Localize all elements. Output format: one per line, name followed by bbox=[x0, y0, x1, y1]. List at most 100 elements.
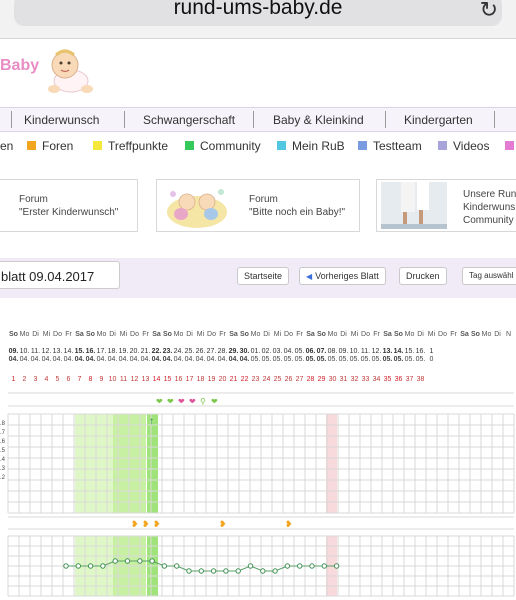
select-day-button[interactable]: Tag auswähl bbox=[462, 267, 516, 285]
nav-item-kinderwunsch[interactable]: Kinderwunsch bbox=[24, 113, 99, 127]
square-icon bbox=[93, 141, 102, 150]
temp-axis-label: .8 bbox=[0, 421, 6, 427]
square-icon bbox=[27, 141, 36, 150]
temperature-point[interactable] bbox=[309, 563, 315, 569]
temperature-point[interactable] bbox=[63, 563, 69, 569]
temperature-point[interactable] bbox=[124, 558, 131, 564]
nav-item-schwangerschaft[interactable]: Schwangerschaft bbox=[143, 113, 235, 127]
forum-box-erster-kinderwunsch[interactable]: Forum "Erster Kinderwunsch" bbox=[0, 179, 138, 232]
marker-band bbox=[326, 414, 337, 513]
subnav-item-mein-rub[interactable]: Mein RuB bbox=[277, 139, 345, 153]
temperature-point[interactable] bbox=[333, 563, 340, 569]
temperature-grid: ❤ ❤ ❤ ❤ ⚲ ❤↑.8.7.6.5.4.3.2❥ ❥ ❥ ❥ ❥ bbox=[0, 392, 515, 597]
sheet-date-field[interactable]: blatt 09.04.2017 bbox=[0, 261, 120, 289]
previous-sheet-button[interactable]: ◀ Vorheriges Blatt bbox=[299, 267, 386, 285]
drop-icon: ❥ bbox=[285, 519, 293, 529]
forum-box-community[interactable]: Unsere Run Kinderwuns Community bbox=[376, 179, 516, 232]
temperature-point[interactable] bbox=[272, 568, 278, 574]
heart-icon: ⚲ bbox=[200, 397, 206, 406]
subnav-label: Treffpunkte bbox=[108, 139, 169, 153]
print-button[interactable]: Drucken bbox=[399, 267, 447, 285]
temp-axis-label: .3 bbox=[0, 466, 6, 472]
temperature-point[interactable] bbox=[161, 563, 168, 569]
cycle-sheet-toolbar: blatt 09.04.2017 Startseite ◀ Vorheriges … bbox=[0, 258, 516, 298]
temp-axis-label: .7 bbox=[0, 430, 6, 436]
address-bar[interactable]: rund-ums-baby.de bbox=[14, 0, 502, 26]
cycle-chart: So Mo Di Mi Do Fr Sa So Mo Di Mi Do Fr Sa So Mo Di Mi Do Fr… bbox=[0, 318, 516, 600]
temperature-point[interactable] bbox=[297, 563, 303, 569]
forum-box-line3: Community bbox=[463, 215, 514, 226]
subnav-label: Foren bbox=[42, 139, 74, 153]
symbol-strip bbox=[8, 393, 514, 406]
temperature-point[interactable] bbox=[149, 558, 155, 564]
temperature-point[interactable] bbox=[100, 563, 106, 569]
forum-box-line2: "Bitte noch ein Baby!" bbox=[249, 207, 346, 218]
drop-icon: ❥ bbox=[142, 519, 150, 529]
forum-box-line1: Forum bbox=[19, 194, 48, 205]
babies-illustration-icon bbox=[163, 182, 231, 233]
temperature-point[interactable] bbox=[137, 558, 143, 564]
previous-sheet-label: Vorheriges Blatt bbox=[315, 271, 379, 281]
nav-separator bbox=[124, 111, 125, 128]
heart-icon: ❤ bbox=[211, 397, 218, 406]
sub-nav: en Foren Treffpunkte Community Mein RuB … bbox=[0, 139, 516, 155]
square-icon bbox=[277, 141, 286, 150]
temperature-point[interactable] bbox=[260, 568, 266, 574]
temp-axis-label: .4 bbox=[0, 457, 6, 463]
nav-item-baby-kleinkind[interactable]: Baby & Kleinkind bbox=[273, 113, 364, 127]
startseite-button[interactable]: Startseite bbox=[237, 267, 290, 285]
drop-icon: ❥ bbox=[219, 519, 227, 529]
forum-box-line2: Kinderwuns bbox=[463, 202, 516, 213]
subnav-label: Videos bbox=[453, 139, 490, 153]
temperature-point[interactable] bbox=[210, 568, 217, 574]
baby-logo-icon[interactable] bbox=[44, 45, 94, 102]
square-icon bbox=[358, 141, 367, 150]
square-icon bbox=[505, 141, 514, 150]
site-logo-text[interactable]: Baby bbox=[0, 57, 39, 75]
subnav-label: Mein RuB bbox=[292, 139, 345, 153]
nav-separator bbox=[253, 111, 254, 128]
temp-axis-label: .2 bbox=[0, 475, 6, 481]
ovulation-band bbox=[147, 414, 158, 513]
temperature-point[interactable] bbox=[198, 568, 205, 574]
square-icon bbox=[185, 141, 194, 150]
subnav-item-treffpunkte[interactable]: Treffpunkte bbox=[93, 139, 168, 153]
subnav-label: Testteam bbox=[373, 139, 422, 153]
temperature-point[interactable] bbox=[87, 563, 94, 569]
mucus-strip bbox=[8, 517, 514, 529]
nav-separator bbox=[11, 111, 12, 128]
couple-photo-icon bbox=[381, 182, 447, 229]
reload-icon[interactable]: ↻ bbox=[480, 0, 498, 23]
temperature-point[interactable] bbox=[112, 558, 118, 564]
heart-icon: ❤ bbox=[156, 397, 163, 406]
forum-box-bitte-noch-ein-baby[interactable]: Forum "Bitte noch ein Baby!" bbox=[156, 179, 360, 232]
temp-axis-label: .5 bbox=[0, 448, 6, 454]
drop-icon: ❥ bbox=[131, 519, 139, 529]
temperature-point[interactable] bbox=[223, 568, 229, 574]
forum-box-line2: "Erster Kinderwunsch" bbox=[19, 207, 119, 218]
temperature-point[interactable] bbox=[235, 568, 241, 574]
subnav-item-more[interactable] bbox=[505, 139, 516, 153]
subnav-item-community[interactable]: Community bbox=[185, 139, 261, 153]
heart-icon: ❤ bbox=[167, 397, 174, 406]
subnav-item-videos[interactable]: Videos bbox=[438, 139, 489, 153]
square-icon bbox=[438, 141, 447, 150]
temperature-point[interactable] bbox=[247, 563, 254, 569]
temperature-point[interactable] bbox=[174, 563, 180, 569]
temperature-point[interactable] bbox=[321, 563, 327, 569]
temperature-point[interactable] bbox=[284, 563, 291, 569]
url-text: rund-ums-baby.de bbox=[173, 0, 343, 19]
heart-icon: ❤ bbox=[178, 397, 185, 406]
drop-icon: ❥ bbox=[153, 519, 161, 529]
subnav-item-testteam[interactable]: Testteam bbox=[358, 139, 422, 153]
temperature-point[interactable] bbox=[186, 568, 192, 574]
nav-item-kindergarten[interactable]: Kindergarten bbox=[404, 113, 473, 127]
forum-box-line1: Forum bbox=[249, 194, 278, 205]
nav-separator bbox=[494, 111, 495, 128]
subnav-item-foren[interactable]: Foren bbox=[27, 139, 73, 153]
temperature-point[interactable] bbox=[75, 563, 82, 569]
browser-toolbar: rund-ums-baby.de ↻ bbox=[0, 0, 516, 38]
subnav-item-partial[interactable]: en bbox=[0, 139, 13, 153]
forum-box-line1: Unsere Run bbox=[463, 189, 516, 200]
temp-axis-label: .6 bbox=[0, 439, 6, 445]
